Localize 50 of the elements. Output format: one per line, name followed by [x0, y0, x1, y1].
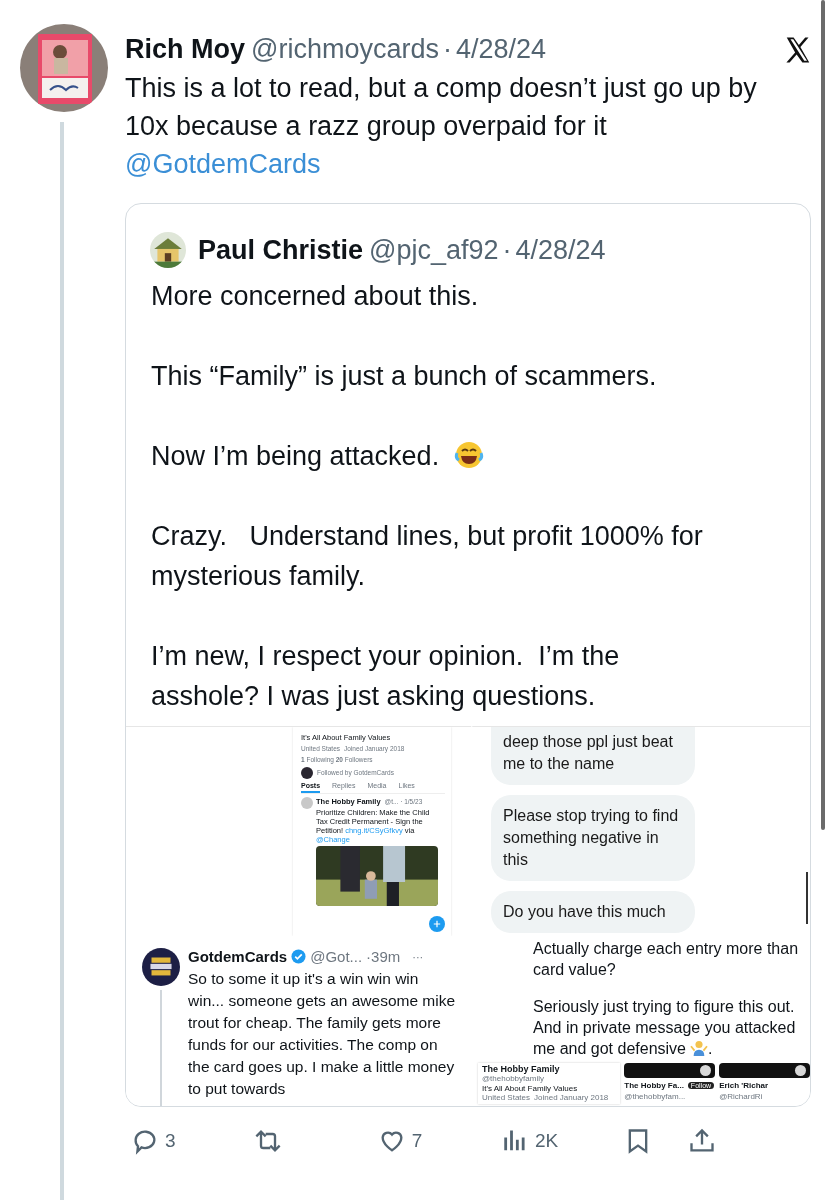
- profile-location: United States: [482, 1093, 531, 1103]
- profile-joined: Joined January 2018: [534, 1093, 609, 1103]
- author-name: GotdemCards: [188, 948, 288, 965]
- scrollbar: [806, 872, 808, 924]
- post-text: This “Family” is just a bunch of scammers.: [151, 360, 658, 393]
- post-text: More concerned about this.: [151, 280, 480, 313]
- mention-link[interactable]: @GotdemCards: [125, 145, 321, 183]
- share-icon[interactable]: [687, 1127, 716, 1155]
- tweet-text: So to some it up it's a win win win win... someone gets an awesome mike trout for cheap. The family gets more funds for our activities. The comp on the card goes up. I make a little money to put towards: [188, 969, 457, 1099]
- post-date[interactable]: 4/28/24: [515, 234, 606, 266]
- plus-icon: [433, 920, 441, 928]
- avatar: [301, 767, 313, 779]
- user-name: Erich 'Richar: [719, 1081, 769, 1091]
- user-handle: @RichardRi: [719, 1091, 764, 1101]
- profile-handle: @thehobbyfamily: [482, 1074, 545, 1084]
- author-handle[interactable]: @pjc_af92: [369, 234, 499, 266]
- avatar: [142, 948, 180, 986]
- post-text: This is a lot to read, but a comp doesn’t just go up by 10x because a razz group overpaid for it: [125, 72, 758, 143]
- post-time: ·39m: [366, 948, 401, 965]
- avatar: [795, 1065, 806, 1076]
- user-handle: @thehobbyfam...: [624, 1091, 687, 1101]
- action-count: 2K: [534, 1130, 559, 1152]
- post-text: Now I’m being attacked.: [151, 436, 726, 476]
- compose-button[interactable]: [429, 916, 445, 932]
- action-count: 3: [165, 1130, 176, 1152]
- message-bubble: Do you have this much: [491, 891, 695, 933]
- post-text: Crazy. Understand lines, but profit 1000% for mysterious family.: [151, 520, 704, 593]
- separator: ·: [442, 34, 452, 65]
- shrugging-figure-icon: [690, 1040, 708, 1056]
- user-name: The Hobby Fa...: [624, 1081, 684, 1091]
- post-date[interactable]: 4/28/24: [455, 34, 547, 65]
- post-text: I’m new, I respect your opinion. I’m the asshole? I was just asking questions.: [151, 640, 621, 713]
- laughing-face-icon: [454, 440, 485, 470]
- author-name[interactable]: Rich Moy: [125, 34, 245, 65]
- profile-bio: It's All About Family Values: [482, 1083, 579, 1093]
- action-count: 7: [411, 1130, 423, 1152]
- post-text: Actually charge each entry more than card value?: [533, 939, 800, 980]
- post-text: Seriously just trying to figure this out. And in private message you attacked me and got defensive .: [533, 997, 797, 1059]
- author-name[interactable]: Paul Christie: [198, 234, 364, 266]
- author-handle[interactable]: @richmoycards: [251, 34, 439, 65]
- avatar: [301, 797, 313, 809]
- avatar: [700, 1065, 712, 1076]
- profile-name: The Hobby Family: [482, 1064, 561, 1074]
- scrollbar[interactable]: [821, 0, 825, 830]
- more-button[interactable]: ···: [412, 950, 424, 963]
- message-bubble: deep those ppl just beat me to the name: [491, 727, 695, 785]
- message-bubble: Please stop trying to find something negative in this: [491, 795, 695, 881]
- separator: ·: [502, 234, 512, 266]
- quoted-post[interactable]: [125, 203, 811, 1107]
- author-handle: @Got...: [310, 948, 363, 965]
